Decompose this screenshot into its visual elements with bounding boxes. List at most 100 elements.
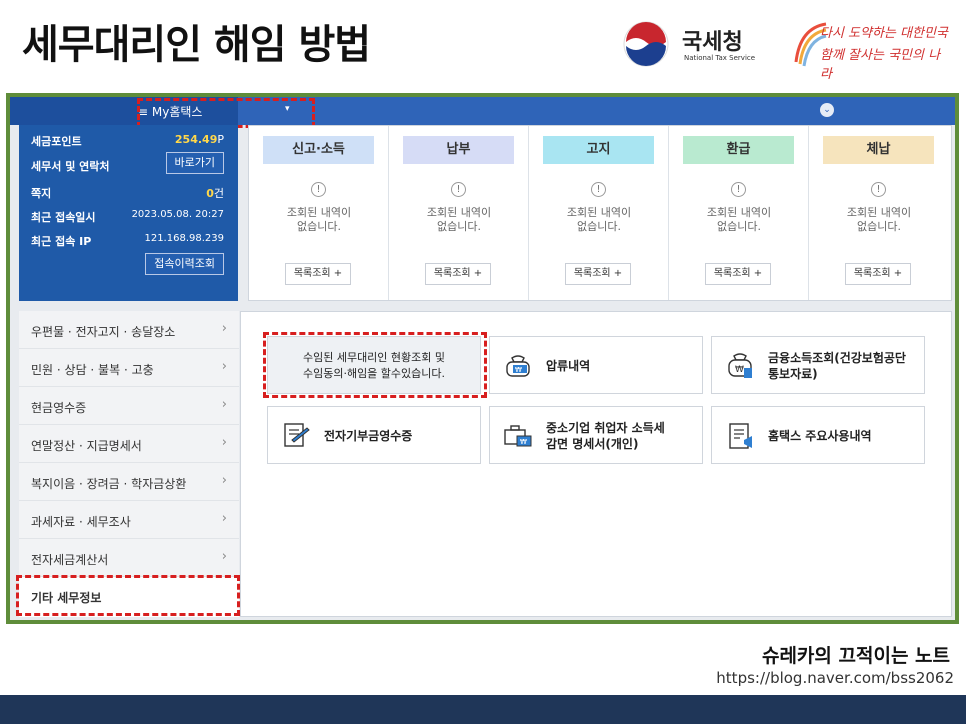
- slide-title: 세무대리인 해임 방법: [22, 22, 371, 68]
- card-title[interactable]: 고지: [543, 136, 654, 164]
- nts-emblem-icon: [623, 21, 669, 67]
- card-message: 조회된 내역이 없습니다.: [679, 206, 799, 234]
- side-item-label: 우편물 · 전자고지 · 송달장소: [31, 325, 176, 339]
- points-label: 세금포인트: [31, 135, 82, 148]
- messages-value[interactable]: 0건: [206, 185, 224, 201]
- card-arrears: 체납 ! 조회된 내역이 없습니다. 목록조회 +: [809, 126, 949, 300]
- tax-office-go-button[interactable]: 바로가기: [165, 152, 224, 174]
- financial-income-link[interactable]: ₩ 금융소득조회(건강보험공단 통보자료): [711, 336, 925, 394]
- financial-income-label: 금융소득조회(건강보험공단 통보자료): [768, 337, 906, 395]
- info-icon: !: [871, 182, 886, 197]
- card-message: 조회된 내역이 없습니다.: [399, 206, 519, 234]
- highlight-tax-agent-service: [263, 332, 487, 398]
- blog-url[interactable]: https://blog.naver.com/bss2062: [716, 669, 954, 687]
- sme-tax-reduction-label: 중소기업 취업자 소득세 감면 명세서(개인): [546, 407, 665, 465]
- chevron-right-icon: ›: [221, 549, 227, 564]
- points-value: 254.49P: [175, 133, 224, 146]
- info-icon: !: [451, 182, 466, 197]
- last-ip-label: 최근 접속 IP: [31, 235, 92, 248]
- list-lookup-button[interactable]: 목록조회 +: [565, 263, 631, 285]
- highlight-my-hometax: [137, 98, 315, 128]
- last-ip-value: 121.168.98.239: [144, 233, 224, 244]
- financial-income-text: 금융소득조회(건강보험공단 통보자료): [768, 351, 906, 381]
- money-bag-icon: ₩: [506, 355, 530, 377]
- hometax-usage-link[interactable]: 홈택스 주요사용내역: [711, 406, 925, 464]
- side-item-label: 민원 · 상담 · 불복 · 고충: [31, 363, 154, 377]
- card-filing: 신고·소득 ! 조회된 내역이 없습니다. 목록조회 +: [249, 126, 389, 300]
- card-message: 조회된 내역이 없습니다.: [539, 206, 659, 234]
- seizure-history-label: 압류내역: [546, 359, 591, 373]
- svg-text:₩: ₩: [520, 438, 527, 446]
- donation-receipt-label: 전자기부금영수증: [324, 429, 413, 443]
- svg-text:₩: ₩: [735, 365, 744, 375]
- footer-bar: [0, 695, 966, 724]
- side-menu: 우편물 · 전자고지 · 송달장소 › 민원 · 상담 · 불복 · 고충 › 현금…: [19, 311, 239, 617]
- document-list-icon: [729, 423, 752, 449]
- side-item-year-end[interactable]: 연말정산 · 지급명세서 ›: [19, 425, 239, 463]
- side-item-e-invoice[interactable]: 전자세금계산서 ›: [19, 539, 239, 577]
- nts-name: 국세청: [682, 30, 743, 55]
- messages-count: 0: [206, 187, 214, 200]
- points-unit: P: [217, 133, 224, 146]
- chevron-right-icon: ›: [221, 321, 227, 336]
- chevron-right-icon: ›: [221, 435, 227, 450]
- side-item-welfare[interactable]: 복지이음 · 장려금 · 학자금상환 ›: [19, 463, 239, 501]
- chevron-right-icon: ›: [221, 397, 227, 412]
- last-login-label: 최근 접속일시: [31, 211, 96, 224]
- money-bag-icon: ₩: [728, 353, 752, 378]
- side-item-label: 전자세금계산서: [31, 553, 109, 567]
- highlight-other-tax-info: [16, 575, 240, 616]
- slogan-line-1: 다시 도약하는 대한민국: [820, 26, 948, 41]
- side-item-civil[interactable]: 민원 · 상담 · 불복 · 고충 ›: [19, 349, 239, 387]
- info-icon: !: [591, 182, 606, 197]
- list-lookup-button[interactable]: 목록조회 +: [425, 263, 491, 285]
- seizure-history-link[interactable]: ₩ 압류내역: [489, 336, 703, 394]
- card-message-text: 조회된 내역이 없습니다.: [426, 206, 492, 233]
- side-item-label: 현금영수증: [31, 401, 87, 415]
- side-item-label: 과세자료 · 세무조사: [31, 515, 131, 529]
- info-icon: !: [311, 182, 326, 197]
- messages-unit: 건: [213, 187, 224, 200]
- card-message-text: 조회된 내역이 없습니다.: [566, 206, 632, 233]
- card-message-text: 조회된 내역이 없습니다.: [286, 206, 352, 233]
- card-payment: 납부 ! 조회된 내역이 없습니다. 목록조회 +: [389, 126, 529, 300]
- card-message-text: 조회된 내역이 없습니다.: [706, 206, 772, 233]
- blog-author: 슈레카의 끄적이는 노트: [761, 645, 950, 667]
- list-lookup-button[interactable]: 목록조회 +: [705, 263, 771, 285]
- document-pen-icon: [284, 423, 310, 447]
- login-history-button[interactable]: 접속이력조회: [145, 253, 224, 275]
- sme-tax-reduction-link[interactable]: ₩ 중소기업 취업자 소득세 감면 명세서(개인): [489, 406, 703, 464]
- card-message: 조회된 내역이 없습니다.: [259, 206, 379, 234]
- side-item-tax-audit[interactable]: 과세자료 · 세무조사 ›: [19, 501, 239, 539]
- account-info-panel: 세금포인트 254.49P 세무서 및 연락처 바로가기 쪽지 0건 최근 접속…: [19, 125, 238, 301]
- donation-receipt-link[interactable]: 전자기부금영수증: [267, 406, 481, 464]
- status-cards: 신고·소득 ! 조회된 내역이 없습니다. 목록조회 + 납부 ! 조회된 내역…: [248, 125, 952, 301]
- card-message: 조회된 내역이 없습니다.: [819, 206, 939, 234]
- slogan-line-2: 함께 잘사는 국민의 나라: [820, 48, 941, 82]
- info-icon: !: [731, 182, 746, 197]
- collapse-toggle-icon[interactable]: ⌄: [820, 103, 834, 117]
- nts-subtitle: National Tax Service: [684, 54, 756, 62]
- list-lookup-button[interactable]: 목록조회 +: [845, 263, 911, 285]
- card-refund: 환급 ! 조회된 내역이 없습니다. 목록조회 +: [669, 126, 809, 300]
- card-message-text: 조회된 내역이 없습니다.: [846, 206, 912, 233]
- side-item-cash-receipt[interactable]: 현금영수증 ›: [19, 387, 239, 425]
- chevron-right-icon: ›: [221, 359, 227, 374]
- chevron-right-icon: ›: [221, 511, 227, 526]
- hometax-usage-label: 홈택스 주요사용내역: [768, 429, 872, 443]
- tax-office-label: 세무서 및 연락처: [31, 160, 110, 173]
- card-title[interactable]: 체납: [823, 136, 934, 164]
- card-title[interactable]: 환급: [683, 136, 794, 164]
- card-title[interactable]: 신고·소득: [263, 136, 374, 164]
- hometax-screenshot-frame: ≡ My홈택스 ▾ ⌄ 세금포인트 254.49P 세무서 및 연락처 바로가기…: [6, 93, 959, 624]
- svg-text:₩: ₩: [515, 366, 522, 374]
- card-title[interactable]: 납부: [403, 136, 514, 164]
- side-item-label: 연말정산 · 지급명세서: [31, 439, 142, 453]
- side-item-label: 복지이음 · 장려금 · 학자금상환: [31, 477, 187, 491]
- card-notice: 고지 ! 조회된 내역이 없습니다. 목록조회 +: [529, 126, 669, 300]
- sme-tax-reduction-text: 중소기업 취업자 소득세 감면 명세서(개인): [546, 421, 665, 451]
- points-number: 254.49: [174, 133, 218, 146]
- side-item-mail[interactable]: 우편물 · 전자고지 · 송달장소 ›: [19, 311, 239, 349]
- list-lookup-button[interactable]: 목록조회 +: [285, 263, 351, 285]
- last-login-value: 2023.05.08. 20:27: [131, 209, 224, 220]
